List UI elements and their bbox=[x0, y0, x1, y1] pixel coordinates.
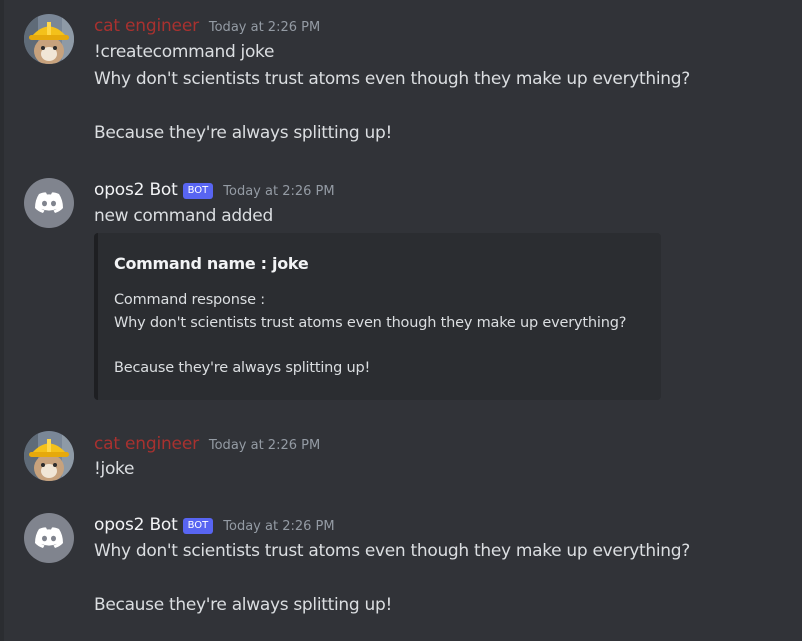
embed-line: ​ bbox=[114, 334, 626, 357]
embed-title: Command name : joke bbox=[114, 254, 309, 273]
message-line: ​ bbox=[94, 565, 690, 592]
message-line: !createcommand joke bbox=[94, 42, 275, 62]
message-line: ​ bbox=[94, 93, 690, 120]
bot-badge: BOT bbox=[182, 183, 214, 199]
channel-edge bbox=[0, 0, 4, 641]
message-header: opos2 Bot BOT Today at 2:26 PM bbox=[94, 515, 335, 536]
username[interactable]: opos2 Bot bbox=[94, 515, 178, 535]
timestamp[interactable]: Today at 2:26 PM bbox=[223, 184, 334, 199]
message-line: Why don't scientists trust atoms even th… bbox=[94, 541, 690, 561]
message-line: !joke bbox=[94, 459, 135, 479]
timestamp[interactable]: Today at 2:26 PM bbox=[223, 519, 334, 534]
message-content: !createcommand joke Why don't scientists … bbox=[94, 39, 690, 147]
message-line: new command added bbox=[94, 206, 273, 226]
message-header: cat engineer Today at 2:26 PM bbox=[94, 16, 320, 36]
username[interactable]: cat engineer bbox=[94, 434, 199, 454]
timestamp[interactable]: Today at 2:26 PM bbox=[209, 20, 320, 35]
embed-description: Command response : Why don't scientists t… bbox=[114, 289, 626, 379]
chat-message-list: cat engineer Today at 2:26 PM !createcom… bbox=[0, 0, 802, 641]
command-embed: Command name : joke Command response : Wh… bbox=[94, 233, 661, 400]
username[interactable]: cat engineer bbox=[94, 16, 199, 36]
username[interactable]: opos2 Bot bbox=[94, 180, 178, 200]
message-content: new command added bbox=[94, 203, 273, 230]
message-line: Because they're always splitting up! bbox=[94, 123, 392, 143]
message-content: !joke bbox=[94, 456, 134, 483]
timestamp[interactable]: Today at 2:26 PM bbox=[209, 438, 320, 453]
message-header: cat engineer Today at 2:26 PM bbox=[94, 434, 320, 454]
cat-hardhat-avatar[interactable] bbox=[24, 431, 74, 481]
embed-line: Because they're always splitting up! bbox=[114, 359, 371, 376]
embed-line: Command response : bbox=[114, 292, 265, 308]
message-header: opos2 Bot BOT Today at 2:26 PM bbox=[94, 180, 335, 201]
message-line: Why don't scientists trust atoms even th… bbox=[94, 69, 690, 89]
discord-logo-icon[interactable] bbox=[24, 513, 74, 563]
bot-badge: BOT bbox=[182, 518, 214, 534]
message-content: Why don't scientists trust atoms even th… bbox=[94, 538, 690, 619]
embed-line: Why don't scientists trust atoms even th… bbox=[114, 314, 627, 331]
cat-hardhat-avatar[interactable] bbox=[24, 14, 74, 64]
message-line: Because they're always splitting up! bbox=[94, 595, 392, 615]
discord-logo-icon[interactable] bbox=[24, 178, 74, 228]
